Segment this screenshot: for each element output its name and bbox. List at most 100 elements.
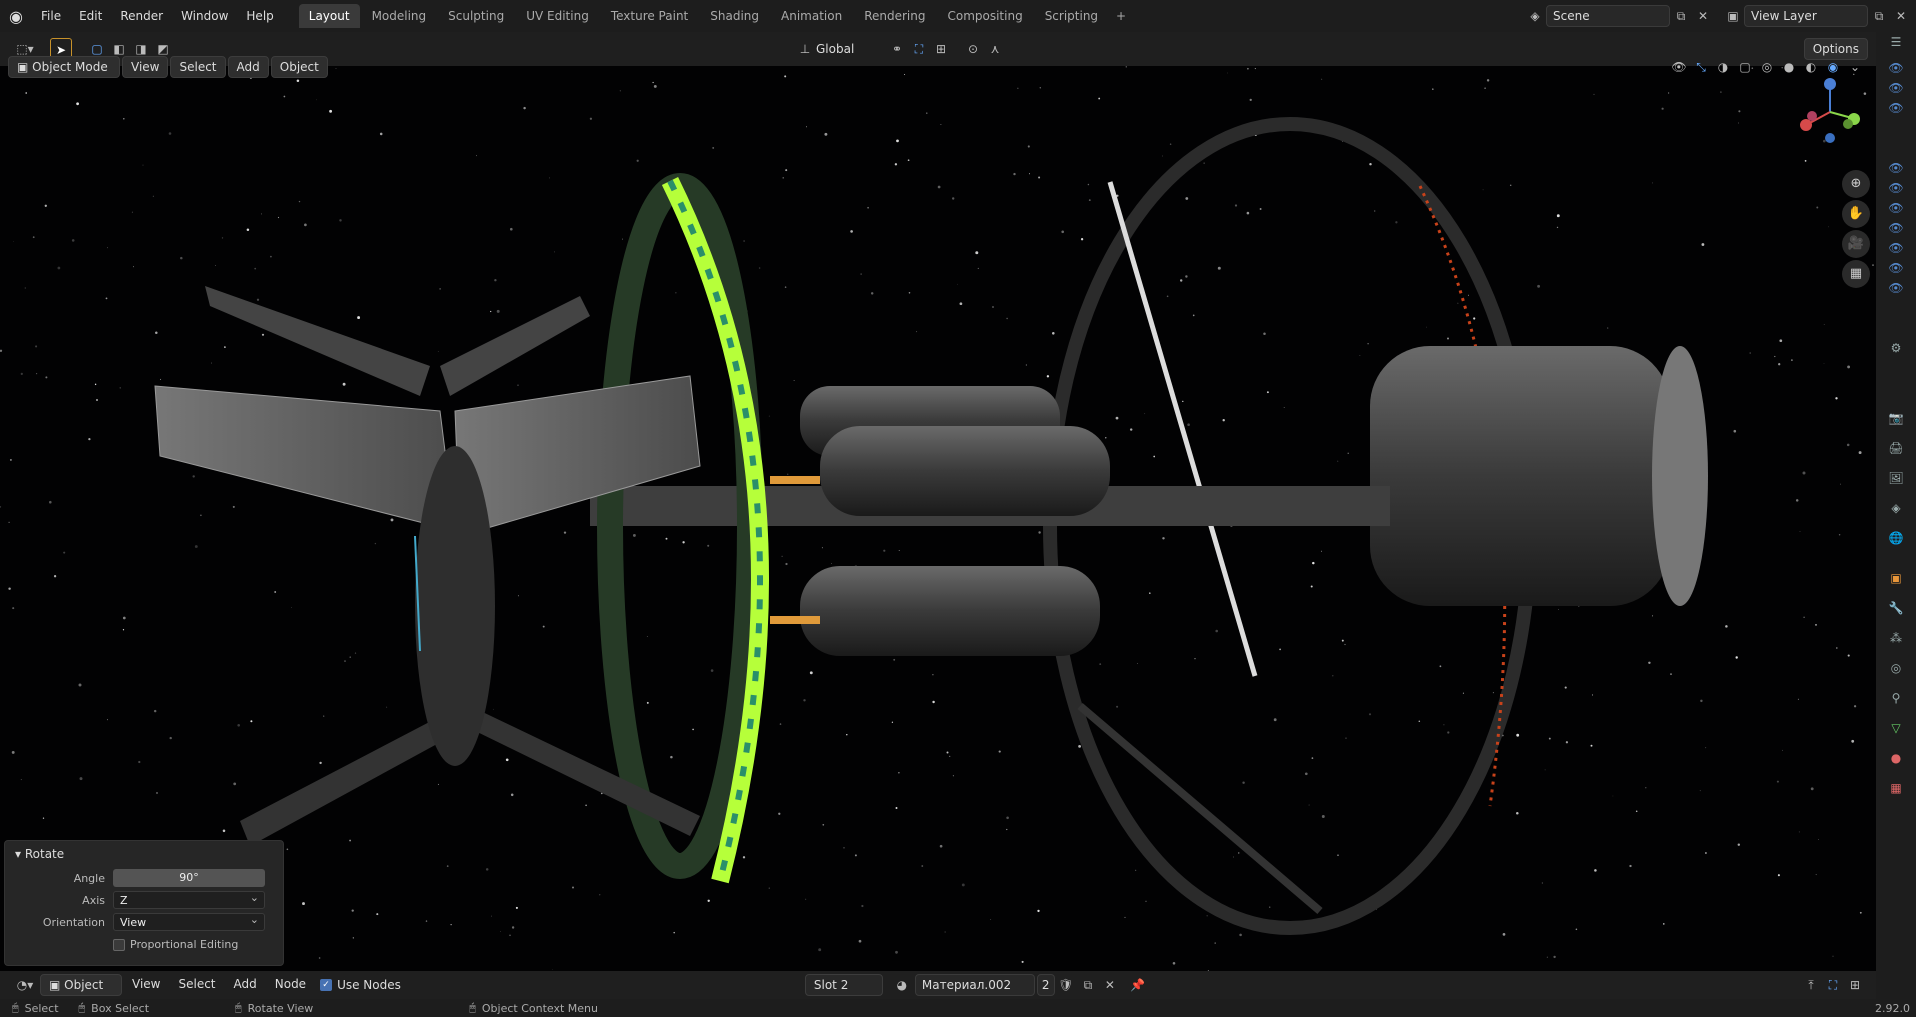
constraint-properties-icon[interactable]: ⚲	[1876, 688, 1916, 708]
view-layer-field[interactable]: View Layer	[1744, 5, 1868, 27]
tool-properties-icon[interactable]: ⚙	[1876, 338, 1916, 358]
visibility-eye-icon[interactable]: 👁	[1876, 158, 1916, 178]
pin-icon[interactable]: 📌	[1127, 974, 1149, 996]
shader-editor-type-icon[interactable]: ◔▾	[10, 974, 40, 996]
camera-view-icon[interactable]: 🎥	[1842, 230, 1870, 258]
material-shading-icon[interactable]: ◐	[1800, 56, 1822, 78]
axis-select[interactable]: Z	[113, 889, 265, 909]
gizmo-toggle-icon[interactable]: ⤡	[1690, 56, 1712, 78]
material-properties-icon[interactable]: ●	[1876, 748, 1916, 768]
footer-view-menu[interactable]: View	[124, 974, 168, 996]
menu-render[interactable]: Render	[111, 4, 172, 28]
visibility-eye-icon[interactable]: 👁	[1876, 258, 1916, 278]
tab-animation[interactable]: Animation	[771, 4, 852, 28]
new-view-layer-icon[interactable]: ⧉	[1868, 5, 1890, 27]
data-properties-icon[interactable]: ▽	[1876, 718, 1916, 738]
scene-name-field[interactable]: Scene	[1546, 5, 1670, 27]
xray-icon[interactable]: ▢	[1734, 56, 1756, 78]
rendered-shading-icon[interactable]: ◉	[1822, 56, 1844, 78]
select-menu[interactable]: Select	[170, 56, 226, 78]
add-workspace-icon[interactable]: +	[1110, 5, 1132, 27]
orientation-field[interactable]: View	[113, 911, 265, 931]
tab-scripting[interactable]: Scripting	[1035, 4, 1108, 28]
overlay-icon[interactable]: ◑	[1712, 56, 1734, 78]
outliner-filter-icon[interactable]: ☰	[1876, 32, 1916, 52]
use-nodes-checkbox[interactable]: ✓	[320, 979, 333, 991]
snap-mode-icon[interactable]: ⊞	[1844, 974, 1866, 996]
mouse-middle-icon: 🖱	[78, 1001, 86, 1014]
menu-window[interactable]: Window	[172, 4, 237, 28]
visibility-eye-icon[interactable]: 👁	[1876, 58, 1916, 78]
solid-shading-icon[interactable]: ●	[1778, 56, 1800, 78]
view-menu[interactable]: View	[122, 56, 169, 78]
visibility-eye-icon[interactable]: 👁	[1876, 278, 1916, 298]
menu-edit[interactable]: Edit	[70, 4, 111, 28]
tab-rendering[interactable]: Rendering	[854, 4, 935, 28]
engine-glow-2	[770, 616, 820, 624]
texture-properties-icon[interactable]: ▦	[1876, 778, 1916, 798]
physics-properties-icon[interactable]: ◎	[1876, 658, 1916, 678]
perspective-toggle-icon[interactable]: ▦	[1842, 260, 1870, 288]
render-properties-icon[interactable]: 📷	[1876, 408, 1916, 428]
fake-user-icon[interactable]: 🛡	[1055, 974, 1077, 996]
menu-help[interactable]: Help	[237, 4, 282, 28]
tab-sculpting[interactable]: Sculpting	[438, 4, 514, 28]
blender-logo-icon[interactable]: ◉	[0, 0, 32, 32]
axis-gizmo-icon[interactable]	[1790, 72, 1870, 152]
parent-node-tree-icon[interactable]: ⤒	[1800, 974, 1822, 996]
delete-scene-icon[interactable]: ✕	[1692, 5, 1714, 27]
menu-file[interactable]: File	[32, 4, 70, 28]
zoom-icon[interactable]: ⊕	[1842, 170, 1870, 198]
axis-label: Axis	[82, 893, 105, 907]
object-menu[interactable]: Object	[270, 56, 328, 78]
footer-node-menu[interactable]: Node	[267, 974, 314, 996]
pan-hand-icon[interactable]: ✋	[1842, 200, 1870, 228]
snap-node-icon[interactable]: ⛶	[1822, 974, 1844, 996]
view-layer-icon[interactable]: ▣	[1722, 5, 1744, 27]
view-layer-properties-icon[interactable]: 🖼	[1876, 468, 1916, 488]
navigation-gizmo[interactable]	[1790, 72, 1870, 152]
tab-texture-paint[interactable]: Texture Paint	[601, 4, 698, 28]
material-users-count[interactable]: 2	[1036, 974, 1055, 996]
material-name-field[interactable]: Материал.002	[914, 974, 1035, 996]
world-properties-icon[interactable]: 🌐	[1876, 528, 1916, 548]
delete-view-layer-icon[interactable]: ✕	[1890, 5, 1912, 27]
shading-options-icon[interactable]: ⌄	[1844, 56, 1866, 78]
output-properties-icon[interactable]: 🖨	[1876, 438, 1916, 458]
particle-properties-icon[interactable]: ⁂	[1876, 628, 1916, 648]
angle-field[interactable]: 90°	[113, 869, 265, 887]
footer-add-menu[interactable]: Add	[226, 974, 265, 996]
visibility-eye-icon[interactable]: 👁	[1876, 218, 1916, 238]
tab-layout[interactable]: Layout	[298, 4, 360, 28]
unlink-material-icon[interactable]: ✕	[1099, 974, 1121, 996]
visibility-eye-icon[interactable]: 👁	[1876, 98, 1916, 118]
new-material-icon[interactable]: ⧉	[1077, 974, 1099, 996]
checkbox-icon[interactable]	[113, 938, 125, 951]
top-bar: ◉ File Edit Render Window Help Layout Mo…	[0, 0, 1916, 32]
new-scene-icon[interactable]: ⧉	[1670, 5, 1692, 27]
scene-properties-icon[interactable]: ◈	[1876, 498, 1916, 518]
3d-viewport[interactable]: ⊕ ✋ 🎥 ▦	[0, 66, 1876, 971]
tab-compositing[interactable]: Compositing	[937, 4, 1032, 28]
tab-shading[interactable]: Shading	[700, 4, 769, 28]
visibility-eye-icon[interactable]: 👁	[1876, 78, 1916, 98]
visibility-eye-icon[interactable]: 👁	[1876, 198, 1916, 218]
slot-select[interactable]: Slot 2	[804, 974, 883, 996]
add-menu[interactable]: Add	[227, 56, 269, 78]
wireframe-shading-icon[interactable]: ◎	[1756, 56, 1778, 78]
footer-select-menu[interactable]: Select	[170, 974, 223, 996]
use-nodes-toggle[interactable]: ✓ Use Nodes	[320, 978, 401, 992]
tab-modeling[interactable]: Modeling	[362, 4, 437, 28]
rotate-panel-header[interactable]: ▾ Rotate	[5, 841, 283, 867]
shader-type-select[interactable]: ▣ Object	[40, 974, 122, 996]
tab-uv-editing[interactable]: UV Editing	[516, 4, 599, 28]
object-properties-icon[interactable]: ▣	[1876, 568, 1916, 588]
scene-icon[interactable]: ◈	[1524, 5, 1546, 27]
visibility-eye-icon[interactable]: 👁	[1876, 178, 1916, 198]
material-browse-icon[interactable]: ◕	[891, 974, 913, 996]
object-mode-select[interactable]: ▣ Object Mode	[8, 56, 120, 78]
proportional-editing-checkbox[interactable]: Proportional Editing	[113, 938, 238, 951]
visibility-eye-icon[interactable]: 👁	[1876, 238, 1916, 258]
visibility-icon[interactable]: 👁	[1668, 56, 1690, 78]
modifier-properties-icon[interactable]: 🔧	[1876, 598, 1916, 618]
